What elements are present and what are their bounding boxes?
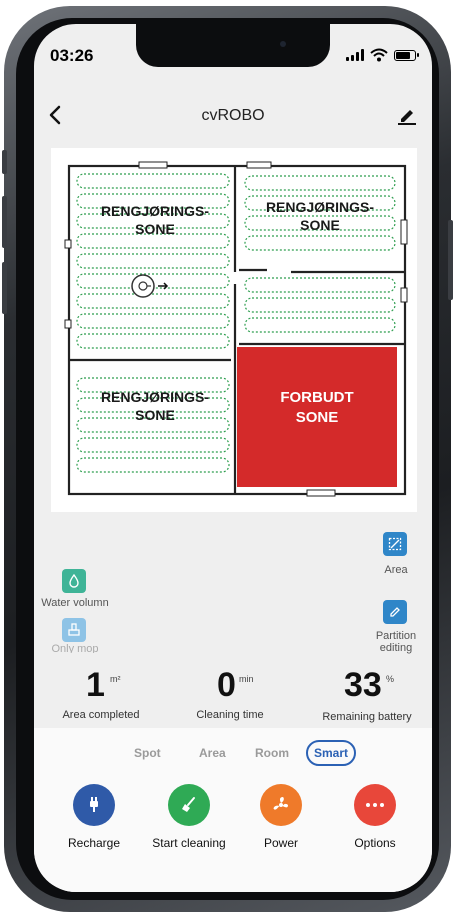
zone-label-top-left: RENGJØRINGS- SONE <box>100 203 210 237</box>
power-side-button <box>448 220 453 300</box>
phone-screen: 03:26 cvROBO RENGJØRINGS- SONE RENGJØRIN… <box>34 24 432 892</box>
signal-icon <box>346 49 364 61</box>
wifi-icon <box>370 48 388 62</box>
mode-spot[interactable]: Spot <box>134 746 161 760</box>
battery-value: 33 <box>344 666 382 704</box>
water-volume-button[interactable] <box>62 569 86 593</box>
status-icons <box>346 48 419 62</box>
volume-up-button <box>2 196 7 248</box>
status-time: 03:26 <box>50 46 94 65</box>
only-mop-button[interactable] <box>62 618 86 642</box>
battery-label: Remaining battery <box>322 711 412 723</box>
cleaning-time-label: Cleaning time <box>196 709 264 721</box>
volume-down-button <box>2 262 7 314</box>
zone-label-top-right: RENGJØRINGS- SONE <box>265 199 375 233</box>
partition-editing-button[interactable] <box>383 600 407 624</box>
zone-label-bottom-left: RENGJØRINGS- SONE <box>100 389 210 423</box>
battery-unit: % <box>386 674 395 684</box>
bottom-panel: Spot Area Room Smart Recharge Start clea… <box>34 728 432 892</box>
camera-dot <box>280 41 286 47</box>
cleaning-map[interactable]: RENGJØRINGS- SONE RENGJØRINGS- SONE RENG… <box>51 148 417 512</box>
recharge-button[interactable]: Recharge <box>39 784 149 850</box>
power-circle <box>260 784 302 826</box>
area-completed-value: 1 <box>86 666 105 704</box>
options-circle <box>354 784 396 826</box>
cleaning-time-value: 0 <box>217 666 236 704</box>
mop-icon <box>68 623 80 636</box>
app-header: cvROBO <box>34 102 432 132</box>
area-button[interactable] <box>383 532 407 556</box>
options-button[interactable]: Options <box>320 784 430 850</box>
notch <box>136 24 330 67</box>
start-cleaning-circle <box>168 784 210 826</box>
partition-edit-icon <box>390 607 400 617</box>
only-mop-label: Only mop <box>51 643 99 653</box>
silent-switch <box>2 150 7 174</box>
area-icon <box>388 537 402 551</box>
mode-area[interactable]: Area <box>199 746 226 760</box>
recharge-label: Recharge <box>67 836 121 850</box>
mode-smart[interactable]: Smart <box>306 740 356 766</box>
area-label: Area <box>384 564 408 576</box>
options-label: Options <box>354 836 396 850</box>
fan-icon <box>273 797 288 810</box>
cleaning-time-unit: min <box>239 674 254 684</box>
partition-editing-label: Partition editing <box>375 630 417 654</box>
pencil-icon <box>398 110 416 125</box>
recharge-circle <box>73 784 115 826</box>
zone-label-forbidden: FORBUDT SONE <box>280 389 354 426</box>
broom-icon <box>182 797 195 812</box>
page-title: cvROBO <box>201 107 265 124</box>
cleaning-path-top-left <box>76 173 230 349</box>
edit-button[interactable] <box>396 104 418 126</box>
water-drop-icon <box>69 574 79 588</box>
water-volume-label: Water volumn <box>41 597 109 609</box>
area-completed-unit: m² <box>110 674 121 684</box>
battery-icon <box>394 49 419 61</box>
mode-room[interactable]: Room <box>255 746 289 760</box>
plug-icon <box>90 797 98 812</box>
more-dots-icon <box>366 803 384 807</box>
